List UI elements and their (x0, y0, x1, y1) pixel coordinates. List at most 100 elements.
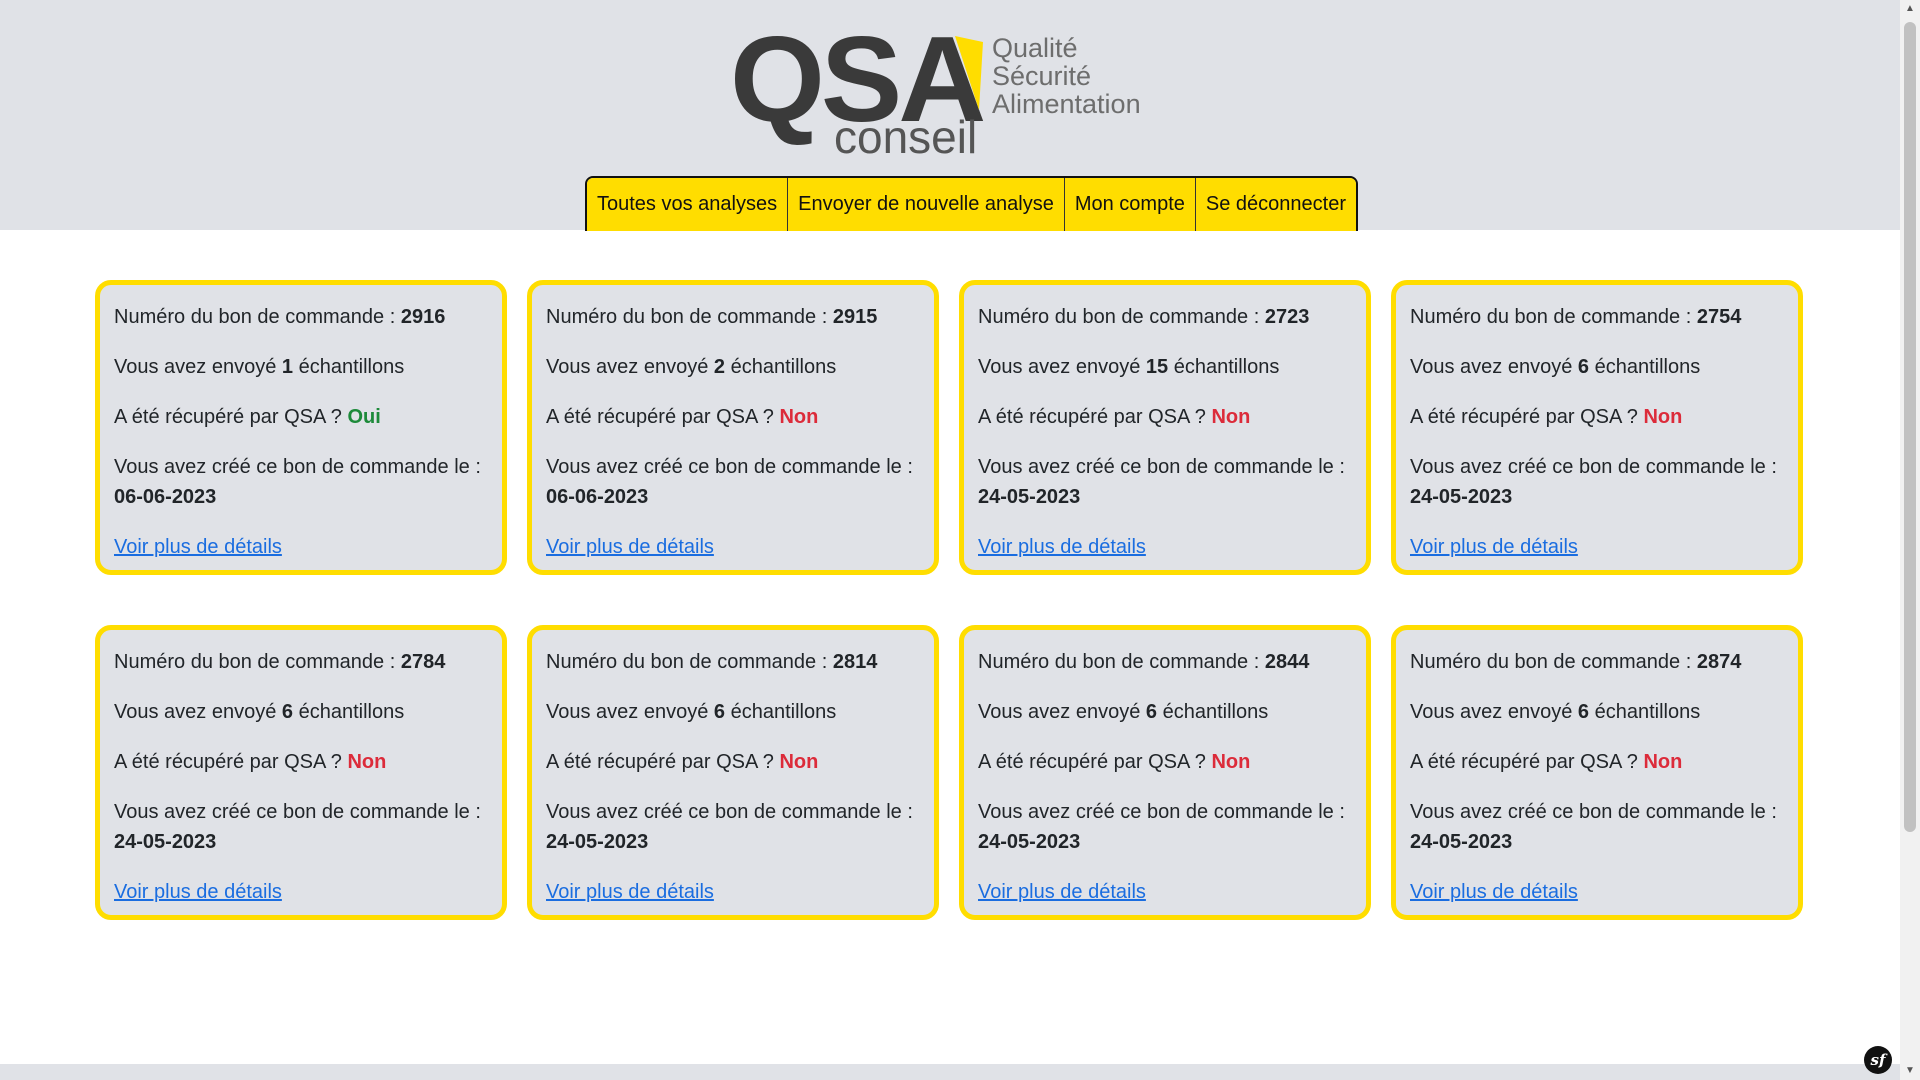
samples-count: 1 (281, 356, 294, 378)
created-label: Vous avez créé ce bon de commande le : (546, 801, 913, 823)
order-number-line: Numéro du bon de commande : 2784 (114, 647, 488, 677)
details-line: Voir plus de détails (546, 532, 920, 562)
details-link[interactable]: Voir plus de détails (546, 536, 714, 558)
pickup-label: A été récupéré par QSA ? (1410, 406, 1644, 428)
nav-logout[interactable]: Se déconnecter (1195, 178, 1357, 231)
details-link[interactable]: Voir plus de détails (114, 536, 282, 558)
page: QSA Qualité Sécurité Alimentation consei… (0, 0, 1900, 1080)
order-number-label: Numéro du bon de commande : (978, 306, 1265, 328)
scroll-up-arrow-icon[interactable]: ▲ (1904, 2, 1916, 16)
samples-count: 6 (1577, 701, 1590, 723)
details-link[interactable]: Voir plus de détails (1410, 881, 1578, 903)
pickup-line: A été récupéré par QSA ? Non (978, 402, 1352, 432)
nav-all-analyses[interactable]: Toutes vos analyses (587, 178, 789, 231)
order-number-label: Numéro du bon de commande : (1410, 651, 1697, 673)
order-card: Numéro du bon de commande : 2723 Vous av… (959, 280, 1371, 575)
samples-prefix: Vous avez envoyé (1410, 356, 1578, 378)
order-number-line: Numéro du bon de commande : 2754 (1410, 302, 1784, 332)
created-line: Vous avez créé ce bon de commande le : 24… (978, 797, 1352, 857)
created-label: Vous avez créé ce bon de commande le : (114, 456, 481, 478)
samples-line: Vous avez envoyé 6 échantillons (114, 697, 488, 727)
details-link[interactable]: Voir plus de détails (978, 536, 1146, 558)
order-number-line: Numéro du bon de commande : 2915 (546, 302, 920, 332)
samples-count: 6 (281, 701, 294, 723)
details-line: Voir plus de détails (978, 532, 1352, 562)
scrollbar[interactable]: ▲ ▼ (1900, 0, 1920, 1080)
logo-tagline-line: Sécurité (992, 61, 1092, 91)
created-label: Vous avez créé ce bon de commande le : (978, 456, 1345, 478)
created-label: Vous avez créé ce bon de commande le : (1410, 801, 1777, 823)
order-card: Numéro du bon de commande : 2916 Vous av… (95, 280, 507, 575)
samples-prefix: Vous avez envoyé (114, 356, 282, 378)
pickup-status: Non (779, 751, 819, 773)
pickup-status: Non (1211, 406, 1251, 428)
created-label: Vous avez créé ce bon de commande le : (546, 456, 913, 478)
logo-tagline-line: Qualité (992, 33, 1078, 63)
created-date: 24-05-2023 (1410, 486, 1513, 508)
samples-line: Vous avez envoyé 6 échantillons (546, 697, 920, 727)
created-line: Vous avez créé ce bon de commande le : 24… (114, 797, 488, 857)
order-number: 2874 (1696, 651, 1742, 673)
order-card: Numéro du bon de commande : 2844 Vous av… (959, 625, 1371, 920)
pickup-label: A été récupéré par QSA ? (978, 751, 1212, 773)
created-date: 24-05-2023 (546, 831, 649, 853)
order-number-line: Numéro du bon de commande : 2723 (978, 302, 1352, 332)
pickup-line: A été récupéré par QSA ? Non (1410, 747, 1784, 777)
created-date: 24-05-2023 (1410, 831, 1513, 853)
details-link[interactable]: Voir plus de détails (978, 881, 1146, 903)
logo-sub: conseil (834, 111, 978, 163)
details-link[interactable]: Voir plus de détails (114, 881, 282, 903)
details-line: Voir plus de détails (546, 877, 920, 907)
created-label: Vous avez créé ce bon de commande le : (114, 801, 481, 823)
samples-line: Vous avez envoyé 1 échantillons (114, 352, 488, 382)
nav-my-account[interactable]: Mon compte (1064, 178, 1196, 231)
order-card: Numéro du bon de commande : 2784 Vous av… (95, 625, 507, 920)
details-link[interactable]: Voir plus de détails (1410, 536, 1578, 558)
samples-line: Vous avez envoyé 2 échantillons (546, 352, 920, 382)
details-line: Voir plus de détails (1410, 877, 1784, 907)
pickup-label: A été récupéré par QSA ? (114, 751, 348, 773)
order-number-label: Numéro du bon de commande : (546, 651, 833, 673)
created-date: 24-05-2023 (114, 831, 217, 853)
samples-suffix: échantillons (293, 701, 405, 723)
order-number-line: Numéro du bon de commande : 2844 (978, 647, 1352, 677)
created-date: 06-06-2023 (114, 486, 217, 508)
nav-send-analysis[interactable]: Envoyer de nouvelle analyse (788, 178, 1065, 231)
samples-line: Vous avez envoyé 6 échantillons (1410, 352, 1784, 382)
samples-count: 6 (1145, 701, 1158, 723)
order-number: 2723 (1264, 306, 1310, 328)
order-number-line: Numéro du bon de commande : 2916 (114, 302, 488, 332)
symfony-toolbar-icon[interactable]: sf (1864, 1046, 1892, 1074)
main-nav: Toutes vos analyses Envoyer de nouvelle … (585, 176, 1359, 231)
pickup-line: A été récupéré par QSA ? Non (546, 747, 920, 777)
logo-tagline-line: Alimentation (992, 89, 1141, 119)
details-line: Voir plus de détails (114, 877, 488, 907)
qsa-logo[interactable]: QSA Qualité Sécurité Alimentation consei… (730, 18, 1150, 163)
pickup-status: Non (779, 406, 819, 428)
order-number-label: Numéro du bon de commande : (114, 306, 401, 328)
samples-line: Vous avez envoyé 6 échantillons (1410, 697, 1784, 727)
order-number: 2915 (832, 306, 878, 328)
footer-bar (0, 1064, 1900, 1080)
samples-count: 15 (1145, 356, 1169, 378)
order-number-label: Numéro du bon de commande : (1410, 306, 1697, 328)
pickup-label: A été récupéré par QSA ? (546, 751, 780, 773)
scroll-down-arrow-icon[interactable]: ▼ (1904, 1064, 1916, 1078)
samples-prefix: Vous avez envoyé (546, 701, 714, 723)
pickup-status: Oui (347, 406, 381, 428)
created-line: Vous avez créé ce bon de commande le : 24… (978, 452, 1352, 512)
pickup-line: A été récupéré par QSA ? Non (1410, 402, 1784, 432)
samples-prefix: Vous avez envoyé (978, 356, 1146, 378)
order-number-label: Numéro du bon de commande : (978, 651, 1265, 673)
created-line: Vous avez créé ce bon de commande le : 06… (114, 452, 488, 512)
pickup-status: Non (1643, 406, 1683, 428)
samples-prefix: Vous avez envoyé (1410, 701, 1578, 723)
details-link[interactable]: Voir plus de détails (546, 881, 714, 903)
order-number-line: Numéro du bon de commande : 2874 (1410, 647, 1784, 677)
samples-suffix: échantillons (1589, 701, 1701, 723)
samples-prefix: Vous avez envoyé (114, 701, 282, 723)
scroll-thumb[interactable] (1904, 22, 1916, 832)
pickup-status: Non (1643, 751, 1683, 773)
pickup-label: A été récupéré par QSA ? (1410, 751, 1644, 773)
pickup-status: Non (1211, 751, 1251, 773)
